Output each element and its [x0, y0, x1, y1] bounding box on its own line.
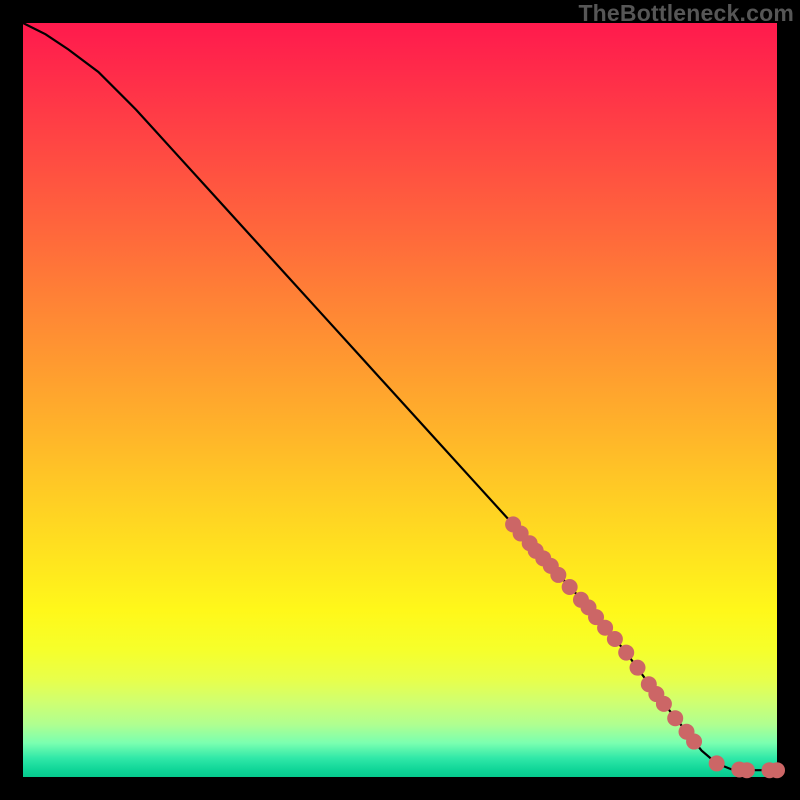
- watermark-text: TheBottleneck.com: [578, 0, 794, 27]
- data-marker: [618, 645, 634, 661]
- data-marker: [686, 734, 702, 750]
- data-marker: [550, 567, 566, 583]
- data-marker: [769, 762, 785, 778]
- chart-svg: [23, 23, 777, 777]
- data-marker: [562, 579, 578, 595]
- data-marker: [607, 631, 623, 647]
- data-marker: [739, 762, 755, 778]
- data-markers: [505, 516, 785, 778]
- data-marker: [709, 755, 725, 771]
- data-marker: [630, 660, 646, 676]
- data-marker: [667, 710, 683, 726]
- chart-stage: TheBottleneck.com: [0, 0, 800, 800]
- data-marker: [656, 696, 672, 712]
- bottleneck-curve: [23, 23, 777, 770]
